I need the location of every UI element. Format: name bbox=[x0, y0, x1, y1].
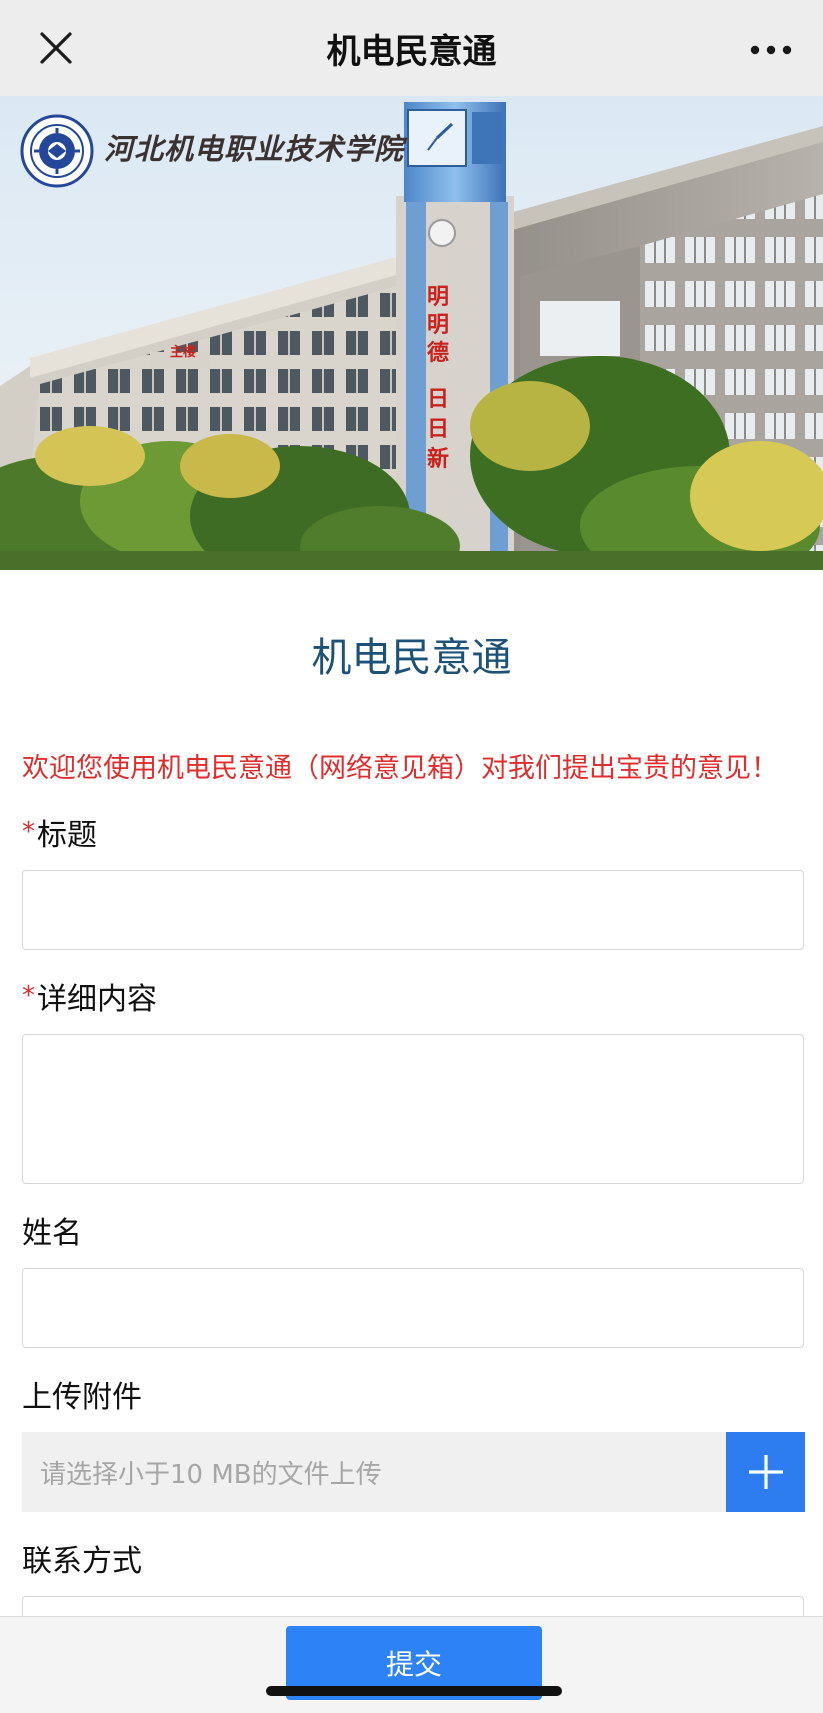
content-textarea[interactable] bbox=[22, 1034, 804, 1184]
home-indicator[interactable] bbox=[266, 1686, 562, 1696]
attachment-label-text: 上传附件 bbox=[22, 1380, 142, 1415]
top-navbar: 机电民意通 bbox=[0, 0, 823, 96]
campus-banner-image: 明 明 德 日 日 新 主楼 河北机电职业技术学院 bbox=[0, 96, 823, 570]
name-input[interactable] bbox=[22, 1268, 804, 1348]
plus-icon bbox=[748, 1455, 783, 1489]
building-sign: 主楼 bbox=[170, 344, 196, 360]
attachment-file-field[interactable]: 请选择小于10 MB的文件上传 bbox=[22, 1432, 726, 1512]
required-mark: * bbox=[22, 817, 35, 847]
close-icon bbox=[40, 32, 72, 64]
close-button[interactable] bbox=[24, 20, 88, 76]
title-input[interactable] bbox=[22, 870, 804, 950]
svg-text:日: 日 bbox=[427, 416, 449, 442]
title-label-text: 标题 bbox=[37, 818, 97, 853]
svg-text:德: 德 bbox=[427, 340, 449, 366]
content-label-text: 详细内容 bbox=[37, 982, 157, 1017]
more-dots-icon bbox=[750, 45, 792, 55]
contact-label: 联系方式 bbox=[22, 1536, 142, 1580]
tower-text-2: 日 bbox=[427, 386, 449, 412]
attachment-placeholder: 请选择小于10 MB的文件上传 bbox=[40, 1459, 382, 1490]
required-mark: * bbox=[22, 981, 35, 1011]
svg-text:明: 明 bbox=[427, 312, 449, 338]
title-label: * 标题 bbox=[22, 810, 97, 854]
school-name: 河北机电职业技术学院 bbox=[104, 132, 405, 166]
name-label-text: 姓名 bbox=[22, 1216, 82, 1251]
more-options-button[interactable] bbox=[735, 24, 807, 76]
page-title: 机电民意通 bbox=[326, 31, 497, 72]
add-attachment-button[interactable] bbox=[726, 1432, 805, 1512]
content-label: * 详细内容 bbox=[22, 974, 157, 1018]
name-label: 姓名 bbox=[22, 1208, 82, 1252]
attachment-label: 上传附件 bbox=[22, 1372, 142, 1416]
contact-label-text: 联系方式 bbox=[22, 1544, 142, 1579]
school-emblem-icon bbox=[20, 114, 94, 188]
form-title: 机电民意通 bbox=[311, 635, 512, 681]
welcome-message: 欢迎您使用机电民意通（网络意见箱）对我们提出宝贵的意见！ bbox=[22, 752, 778, 784]
tower-text-1: 明 bbox=[427, 284, 449, 310]
svg-text:新: 新 bbox=[427, 446, 449, 472]
